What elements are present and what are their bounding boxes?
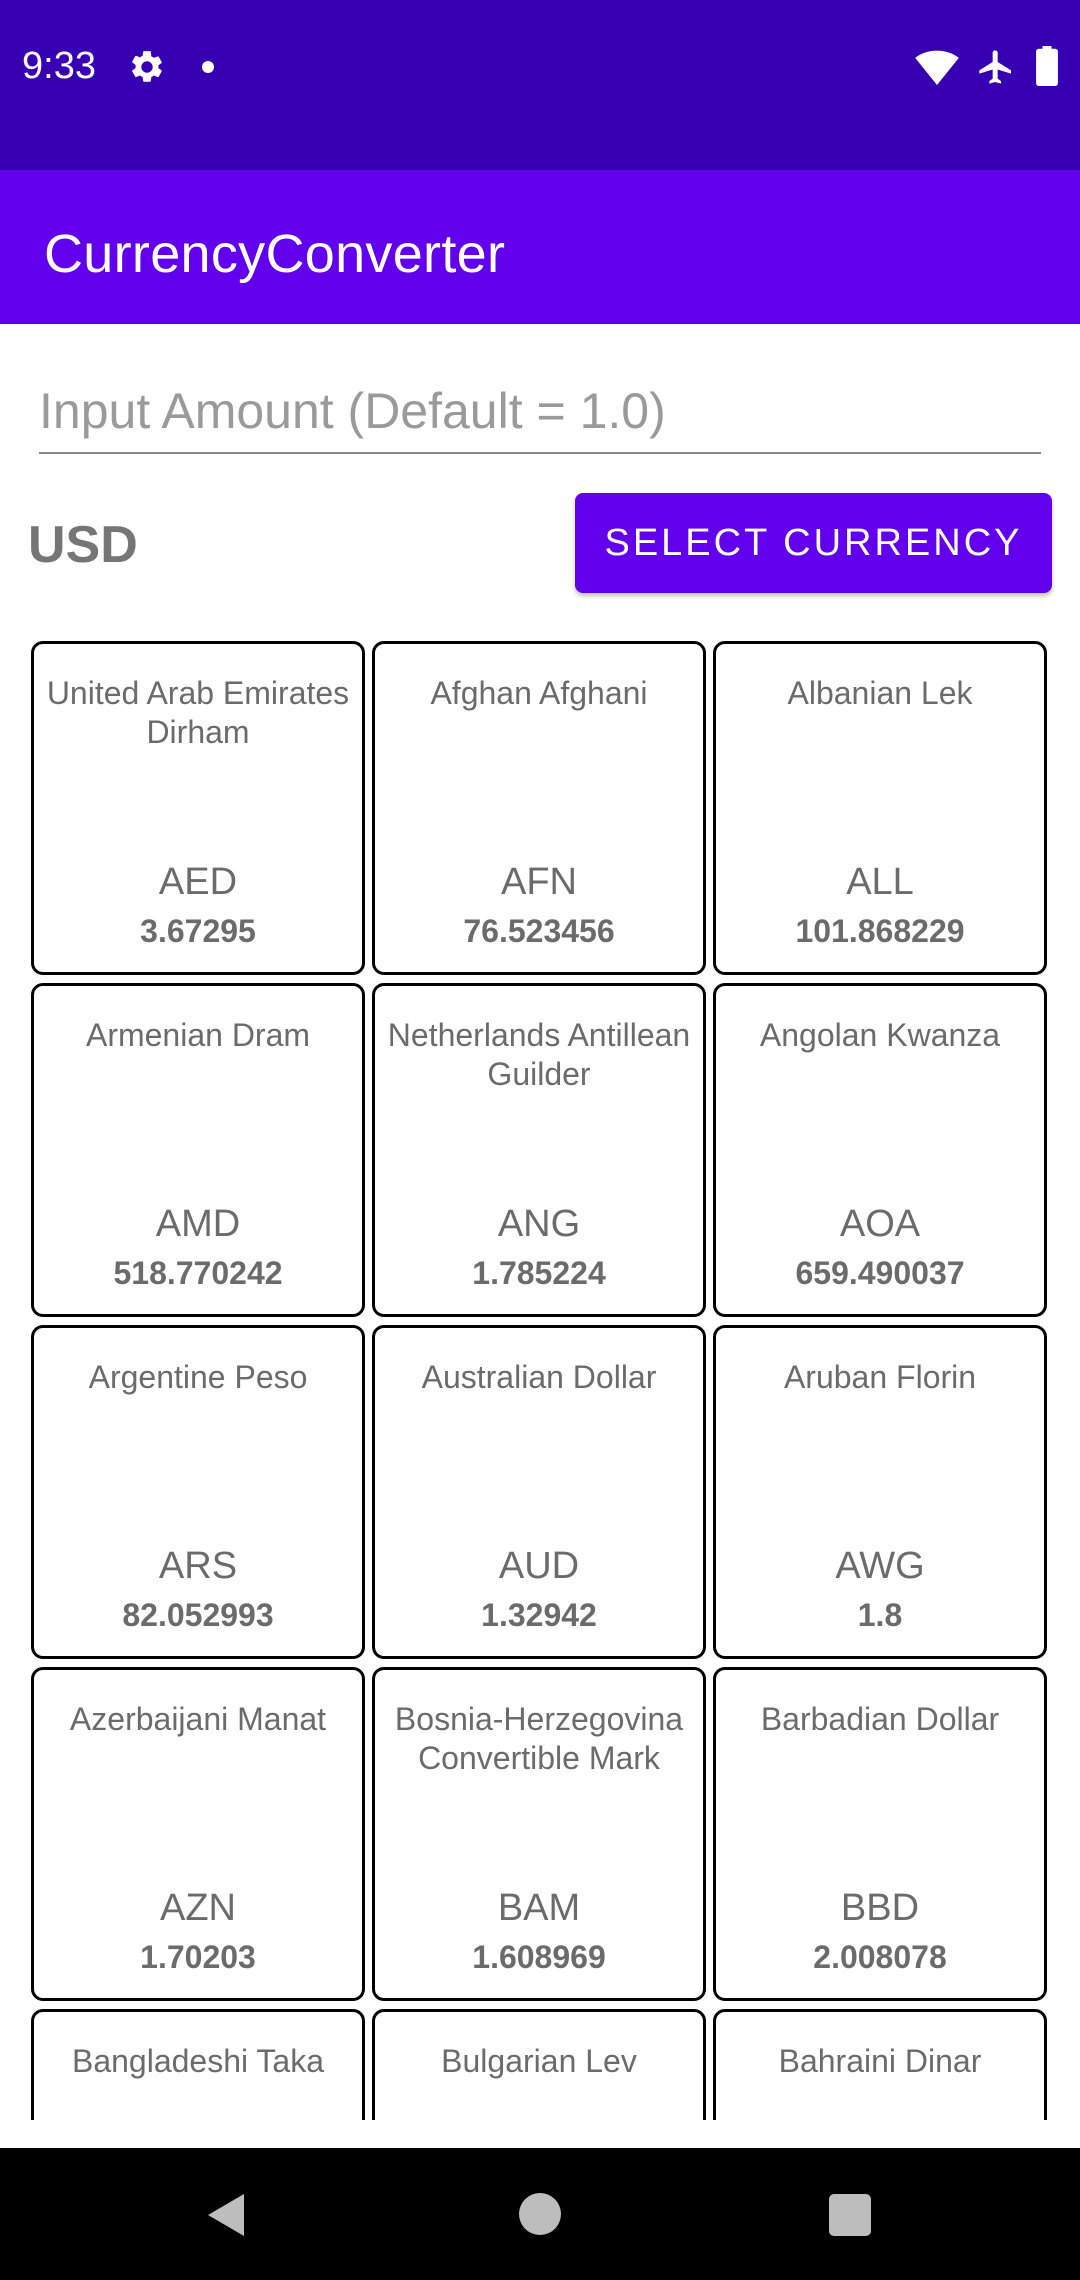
notification-dot-icon <box>202 61 214 73</box>
currency-name: Azerbaijani Manat <box>69 1701 327 1737</box>
home-icon[interactable] <box>519 2193 561 2235</box>
currency-name: Armenian Dram <box>85 1017 311 1053</box>
currency-rate: 76.523456 <box>463 913 615 949</box>
currency-name: Bosnia-Herzegovina Convertible Mark <box>394 1701 684 1776</box>
select-currency-button[interactable]: SELECT CURRENCY <box>575 493 1052 593</box>
app-bar: CurrencyConverter <box>0 170 1080 324</box>
currency-rate: 659.490037 <box>795 1255 965 1291</box>
currency-code: AZN <box>160 1887 236 1929</box>
currency-code: ALL <box>846 861 914 903</box>
currency-code: AOA <box>839 1203 921 1245</box>
wifi-icon <box>915 50 959 86</box>
currency-rate: 1.8 <box>857 1597 903 1633</box>
currency-grid-inner: United Arab Emirates Dirham AED 3.67295 Afg… <box>31 641 1051 2120</box>
currency-card[interactable]: Bangladeshi Taka <box>31 2009 365 2120</box>
currency-rate: 518.770242 <box>113 1255 283 1291</box>
status-time: 9:33 <box>22 45 96 87</box>
currency-card[interactable]: Netherlands Antillean Guilder ANG 1.785224 <box>372 983 706 1317</box>
currency-card[interactable]: Angolan Kwanza AOA 659.490037 <box>713 983 1047 1317</box>
currency-card[interactable]: United Arab Emirates Dirham AED 3.67295 <box>31 641 365 975</box>
currency-name: Barbadian Dollar <box>760 1701 1000 1737</box>
currency-code: AED <box>158 861 238 903</box>
currency-rate: 1.70203 <box>140 1939 256 1975</box>
currency-name: Australian Dollar <box>421 1359 657 1395</box>
currency-name: Netherlands Antillean Guilder <box>387 1017 691 1092</box>
currency-rate: 3.67295 <box>140 913 256 949</box>
currency-card[interactable]: Armenian Dram AMD 518.770242 <box>31 983 365 1317</box>
currency-name: Aruban Florin <box>783 1359 977 1395</box>
currency-name: Bulgarian Lev <box>441 2043 637 2079</box>
currency-card[interactable]: Australian Dollar AUD 1.32942 <box>372 1325 706 1659</box>
currency-card[interactable]: Afghan Afghani AFN 76.523456 <box>372 641 706 975</box>
currency-name: Bangladeshi Taka <box>71 2043 325 2079</box>
currency-name: Angolan Kwanza <box>759 1017 1001 1053</box>
app-title: CurrencyConverter <box>44 224 506 284</box>
currency-card[interactable]: Bulgarian Lev <box>372 2009 706 2120</box>
currency-card[interactable]: Azerbaijani Manat AZN 1.70203 <box>31 1667 365 2001</box>
currency-code: BBD <box>840 1887 920 1929</box>
currency-rate: 82.052993 <box>122 1597 274 1633</box>
recents-icon[interactable] <box>829 2194 871 2236</box>
currency-name: Bahraini Dinar <box>778 2043 982 2079</box>
status-bar: 9:33 <box>0 0 1080 170</box>
currency-name: Argentine Peso <box>88 1359 308 1395</box>
currency-rate: 2.008078 <box>813 1939 947 1975</box>
back-icon[interactable] <box>204 2192 248 2238</box>
currency-card[interactable]: Albanian Lek ALL 101.868229 <box>713 641 1047 975</box>
currency-code: AUD <box>498 1545 580 1587</box>
currency-card[interactable]: Aruban Florin AWG 1.8 <box>713 1325 1047 1659</box>
currency-name: Afghan Afghani <box>430 675 648 711</box>
currency-code: BAM <box>497 1887 581 1929</box>
currency-rate: 1.608969 <box>472 1939 606 1975</box>
currency-card[interactable]: Bosnia-Herzegovina Convertible Mark BAM 1.… <box>372 1667 706 2001</box>
gear-icon <box>132 51 162 82</box>
currency-code: ARS <box>158 1545 238 1587</box>
currency-card[interactable]: Argentine Peso ARS 82.052993 <box>31 1325 365 1659</box>
airplane-icon <box>979 50 1011 84</box>
currency-code: AWG <box>835 1545 925 1587</box>
navigation-bar <box>0 2148 1080 2280</box>
currency-name: United Arab Emirates Dirham <box>46 675 350 750</box>
currency-rate: 101.868229 <box>795 913 965 949</box>
currency-code: ANG <box>497 1203 581 1245</box>
currency-card[interactable]: Bahraini Dinar <box>713 2009 1047 2120</box>
base-currency-label: USD <box>28 516 138 574</box>
battery-icon <box>1036 46 1058 86</box>
currency-grid[interactable]: United Arab Emirates Dirham AED 3.67295 Afg… <box>0 635 1080 2120</box>
currency-name: Albanian Lek <box>787 675 973 711</box>
currency-rate: 1.32942 <box>481 1597 597 1633</box>
currency-rate: 1.785224 <box>472 1255 606 1291</box>
currency-code: AFN <box>501 861 577 903</box>
currency-card[interactable]: Barbadian Dollar BBD 2.008078 <box>713 1667 1047 2001</box>
amount-input[interactable] <box>39 370 1041 454</box>
currency-code: AMD <box>155 1203 241 1245</box>
